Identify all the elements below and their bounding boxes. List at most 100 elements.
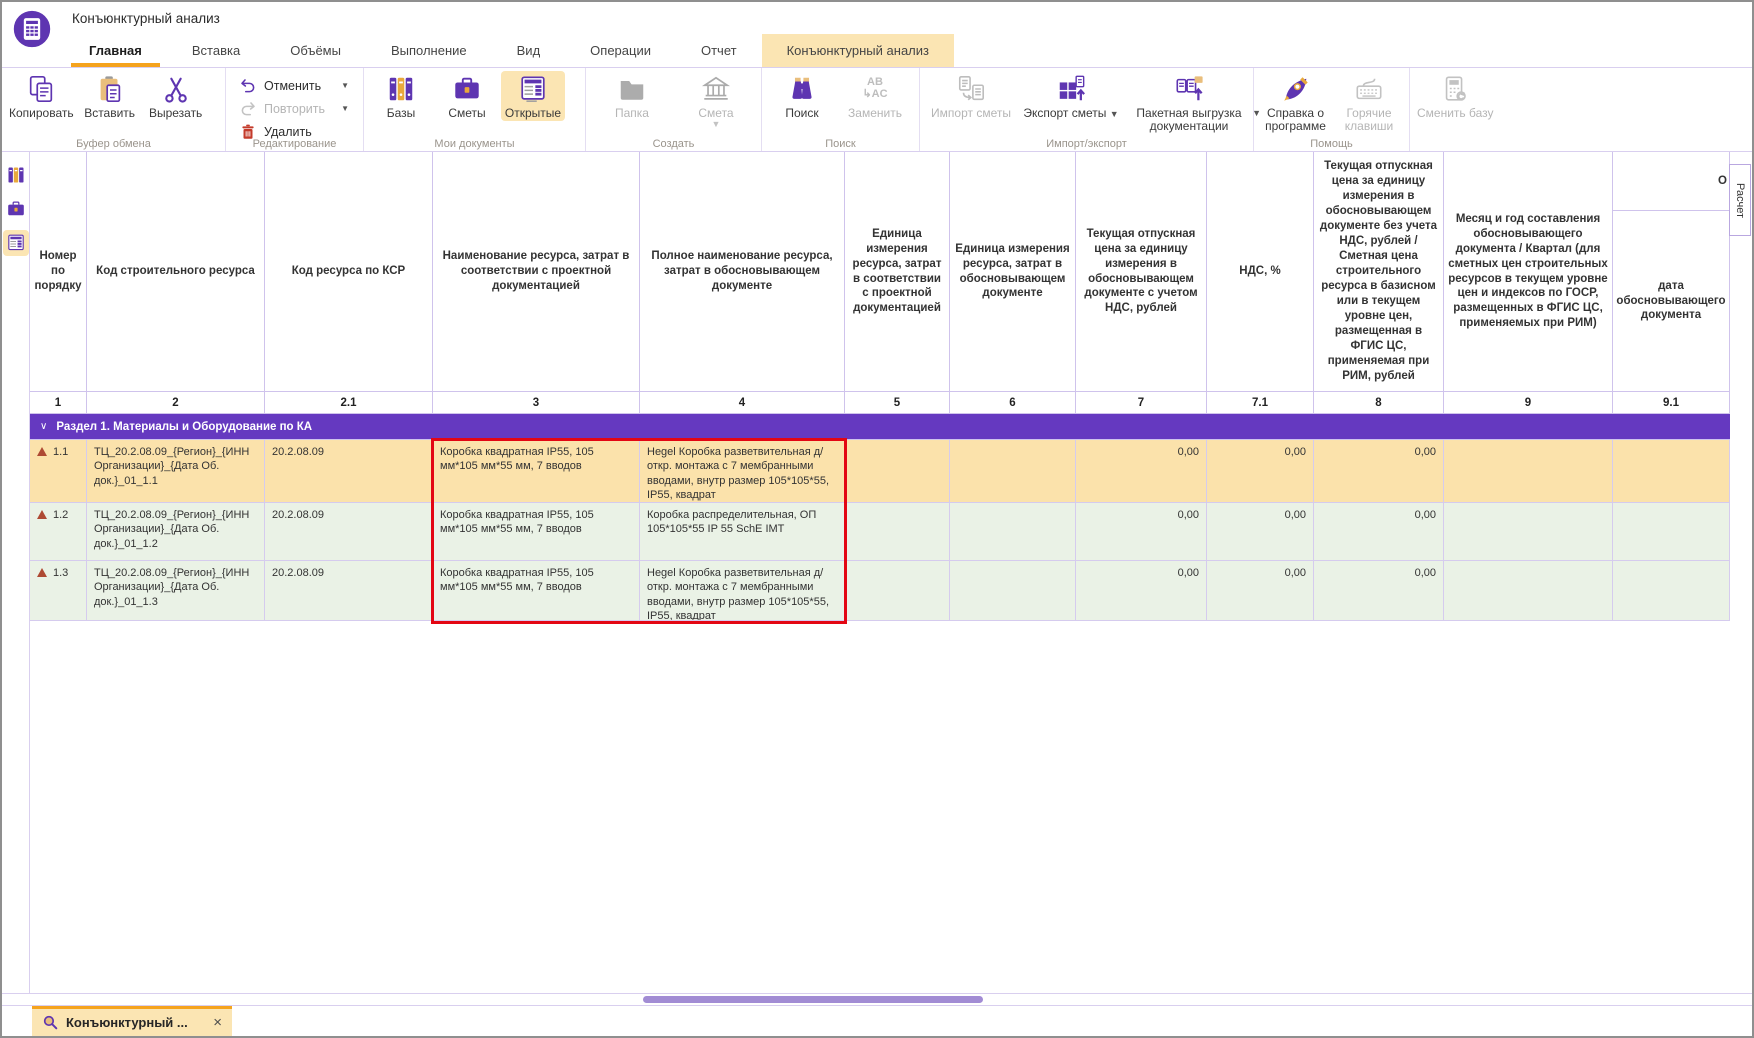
col-header-3: Наименование ресурса, затрат в соответст… xyxy=(433,152,640,392)
table-row-3-cell-doc-date[interactable] xyxy=(1613,561,1730,621)
table-row-1-cell-name[interactable]: Коробка квадратная IP55, 105 мм*105 мм*5… xyxy=(433,440,640,503)
cut-button[interactable]: Вырезать xyxy=(144,71,208,121)
bases-button[interactable]: Базы xyxy=(369,71,433,121)
table-row-3-cell-num[interactable]: 1.3 xyxy=(30,561,87,621)
undo-dropdown-caret-icon[interactable]: ▼ xyxy=(341,82,349,90)
rail-estimates-button[interactable] xyxy=(3,196,29,222)
rail-open-documents-icon xyxy=(6,233,26,253)
tab-vid[interactable]: Вид xyxy=(492,34,566,67)
rail-open-documents-button[interactable] xyxy=(3,230,29,256)
table-row-3-cell-vat[interactable]: 0,00 xyxy=(1207,561,1314,621)
section-label: Раздел 1. Материалы и Оборудование по КА xyxy=(56,421,312,433)
table-row-2-cell-unit-pd[interactable] xyxy=(845,503,950,561)
col-num: 8 xyxy=(1314,392,1444,414)
new-estimate-button[interactable]: Смета ▼ xyxy=(675,71,757,130)
export-estimate-button[interactable]: Экспорт сметы ▼ xyxy=(1019,71,1123,121)
rail-bases-button[interactable] xyxy=(3,162,29,188)
table-row-1-cell-unit-doc[interactable] xyxy=(950,440,1076,503)
table-row-2-cell-doc-date[interactable] xyxy=(1613,503,1730,561)
bases-icon xyxy=(386,74,416,104)
horizontal-scrollbar[interactable] xyxy=(2,993,1752,1006)
table-row-2-cell-unit-doc[interactable] xyxy=(950,503,1076,561)
table-row-3-cell-name[interactable]: Коробка квадратная IP55, 105 мм*105 мм*5… xyxy=(433,561,640,621)
table-row-1-cell-num[interactable]: 1.1 xyxy=(30,440,87,503)
ribbon: Копировать Вставить Вырезать Б xyxy=(2,68,1752,152)
copy-button[interactable]: Копировать xyxy=(7,71,76,121)
copy-label: Копировать xyxy=(9,107,74,120)
table-row-2-cell-vat[interactable]: 0,00 xyxy=(1207,503,1314,561)
table-row-3-cell-code[interactable]: ТЦ_20.2.08.09_{Регион}_{ИНН Организации}… xyxy=(87,561,265,621)
col-header-2-1: Код ресурса по КСР xyxy=(265,152,433,392)
col-header-1: Номер по порядку xyxy=(30,152,87,392)
table-row-2-cell-num[interactable]: 1.2 xyxy=(30,503,87,561)
table-row-1-cell-month[interactable] xyxy=(1444,440,1613,503)
col-num: 3 xyxy=(433,392,640,414)
batch-export-button[interactable]: Пакетная выгрузка документации▼ xyxy=(1125,71,1253,135)
close-icon[interactable]: × xyxy=(213,1014,222,1031)
warning-icon xyxy=(37,510,47,519)
col-num: 7.1 xyxy=(1207,392,1314,414)
change-database-button[interactable]: Сменить базу xyxy=(1415,71,1496,121)
table-row-1-cell-unit-pd[interactable] xyxy=(845,440,950,503)
group-search: Поиск AB↳AC Заменить Поиск xyxy=(762,68,920,151)
group-clipboard: Копировать Вставить Вырезать Б xyxy=(2,68,226,151)
table-row-2-cell-price-vat[interactable]: 0,00 xyxy=(1076,503,1207,561)
table-row-2-cell-name[interactable]: Коробка квадратная IP55, 105 мм*105 мм*5… xyxy=(433,503,640,561)
table-row-2-cell-month[interactable] xyxy=(1444,503,1613,561)
warning-icon xyxy=(37,447,47,456)
table-row-2-cell-price-no-vat[interactable]: 0,00 xyxy=(1314,503,1444,561)
table-row-1-cell-doc-date[interactable] xyxy=(1613,440,1730,503)
table-row-1-cell-vat[interactable]: 0,00 xyxy=(1207,440,1314,503)
table-row-2-cell-ksr[interactable]: 20.2.08.09 xyxy=(265,503,433,561)
col-num: 2 xyxy=(87,392,265,414)
document-tab[interactable]: Конъюнктурный ... × xyxy=(32,1006,232,1036)
chevron-down-icon[interactable]: ∨ xyxy=(40,421,47,432)
calculation-panel-tab[interactable]: Расчет xyxy=(1729,164,1751,236)
redo-button[interactable]: Повторить ▼ xyxy=(239,100,349,118)
section-header-row[interactable]: ∨ Раздел 1. Материалы и Оборудование по … xyxy=(30,414,1730,440)
app-logo-icon xyxy=(12,9,52,49)
table-row-1-cell-full-name[interactable]: Hegel Коробка разветвительная д/откр. мо… xyxy=(640,440,845,503)
table-row-1-cell-ksr[interactable]: 20.2.08.09 xyxy=(265,440,433,503)
hotkeys-button[interactable]: Горячие клавиши xyxy=(1334,71,1404,135)
undo-label: Отменить xyxy=(264,79,321,93)
tab-vypolnenie[interactable]: Выполнение xyxy=(366,34,492,67)
undo-button[interactable]: Отменить ▼ xyxy=(239,77,349,95)
col-header-8: Текущая отпускная цена за единицу измере… xyxy=(1314,152,1444,392)
main-area: Номер по порядку Код строительного ресур… xyxy=(2,152,1752,993)
left-rail xyxy=(2,152,30,993)
group-help: Справка о программе Горячие клавиши Помо… xyxy=(1254,68,1410,151)
search-label: Поиск xyxy=(785,107,818,120)
table-row-1-cell-code[interactable]: ТЦ_20.2.08.09_{Регион}_{ИНН Организации}… xyxy=(87,440,265,503)
table-row-1-cell-price-no-vat[interactable]: 0,00 xyxy=(1314,440,1444,503)
replace-icon: AB↳AC xyxy=(860,74,890,104)
replace-button[interactable]: AB↳AC Заменить xyxy=(839,71,911,121)
import-estimate-button[interactable]: Импорт сметы xyxy=(925,71,1017,121)
estimates-button[interactable]: Сметы xyxy=(435,71,499,121)
search-button[interactable]: Поиск xyxy=(767,71,837,121)
tab-konyunkturnyj-analiz[interactable]: Конъюнктурный анализ xyxy=(762,34,954,67)
tab-glavnaya[interactable]: Главная xyxy=(64,34,167,67)
table-row-3-cell-unit-pd[interactable] xyxy=(845,561,950,621)
new-folder-button[interactable]: Папка xyxy=(591,71,673,121)
tab-obyomy[interactable]: Объёмы xyxy=(265,34,366,67)
table-row-3-cell-full-name[interactable]: Hegel Коробка разветвительная д/откр. мо… xyxy=(640,561,845,621)
tab-operacii[interactable]: Операции xyxy=(565,34,676,67)
table-row-2-cell-code[interactable]: ТЦ_20.2.08.09_{Регион}_{ИНН Организации}… xyxy=(87,503,265,561)
table-row-3-cell-month[interactable] xyxy=(1444,561,1613,621)
col-header-4: Полное наименование ресурса, затрат в об… xyxy=(640,152,845,392)
tab-vstavka[interactable]: Вставка xyxy=(167,34,265,67)
col-num: 9 xyxy=(1444,392,1613,414)
table-row-3-cell-price-no-vat[interactable]: 0,00 xyxy=(1314,561,1444,621)
about-button[interactable]: Справка о программе xyxy=(1259,71,1332,135)
tab-otchet[interactable]: Отчет xyxy=(676,34,762,67)
scrollbar-thumb[interactable] xyxy=(643,996,983,1003)
export-estimate-dropdown-caret-icon[interactable]: ▼ xyxy=(1110,109,1119,119)
table-row-3-cell-unit-doc[interactable] xyxy=(950,561,1076,621)
table-row-2-cell-full-name[interactable]: Коробка распределительная, ОП 105*105*55… xyxy=(640,503,845,561)
table-row-1-cell-price-vat[interactable]: 0,00 xyxy=(1076,440,1207,503)
paste-button[interactable]: Вставить xyxy=(78,71,142,121)
table-row-3-cell-ksr[interactable]: 20.2.08.09 xyxy=(265,561,433,621)
open-documents-button[interactable]: Открытые xyxy=(501,71,565,121)
table-row-3-cell-price-vat[interactable]: 0,00 xyxy=(1076,561,1207,621)
